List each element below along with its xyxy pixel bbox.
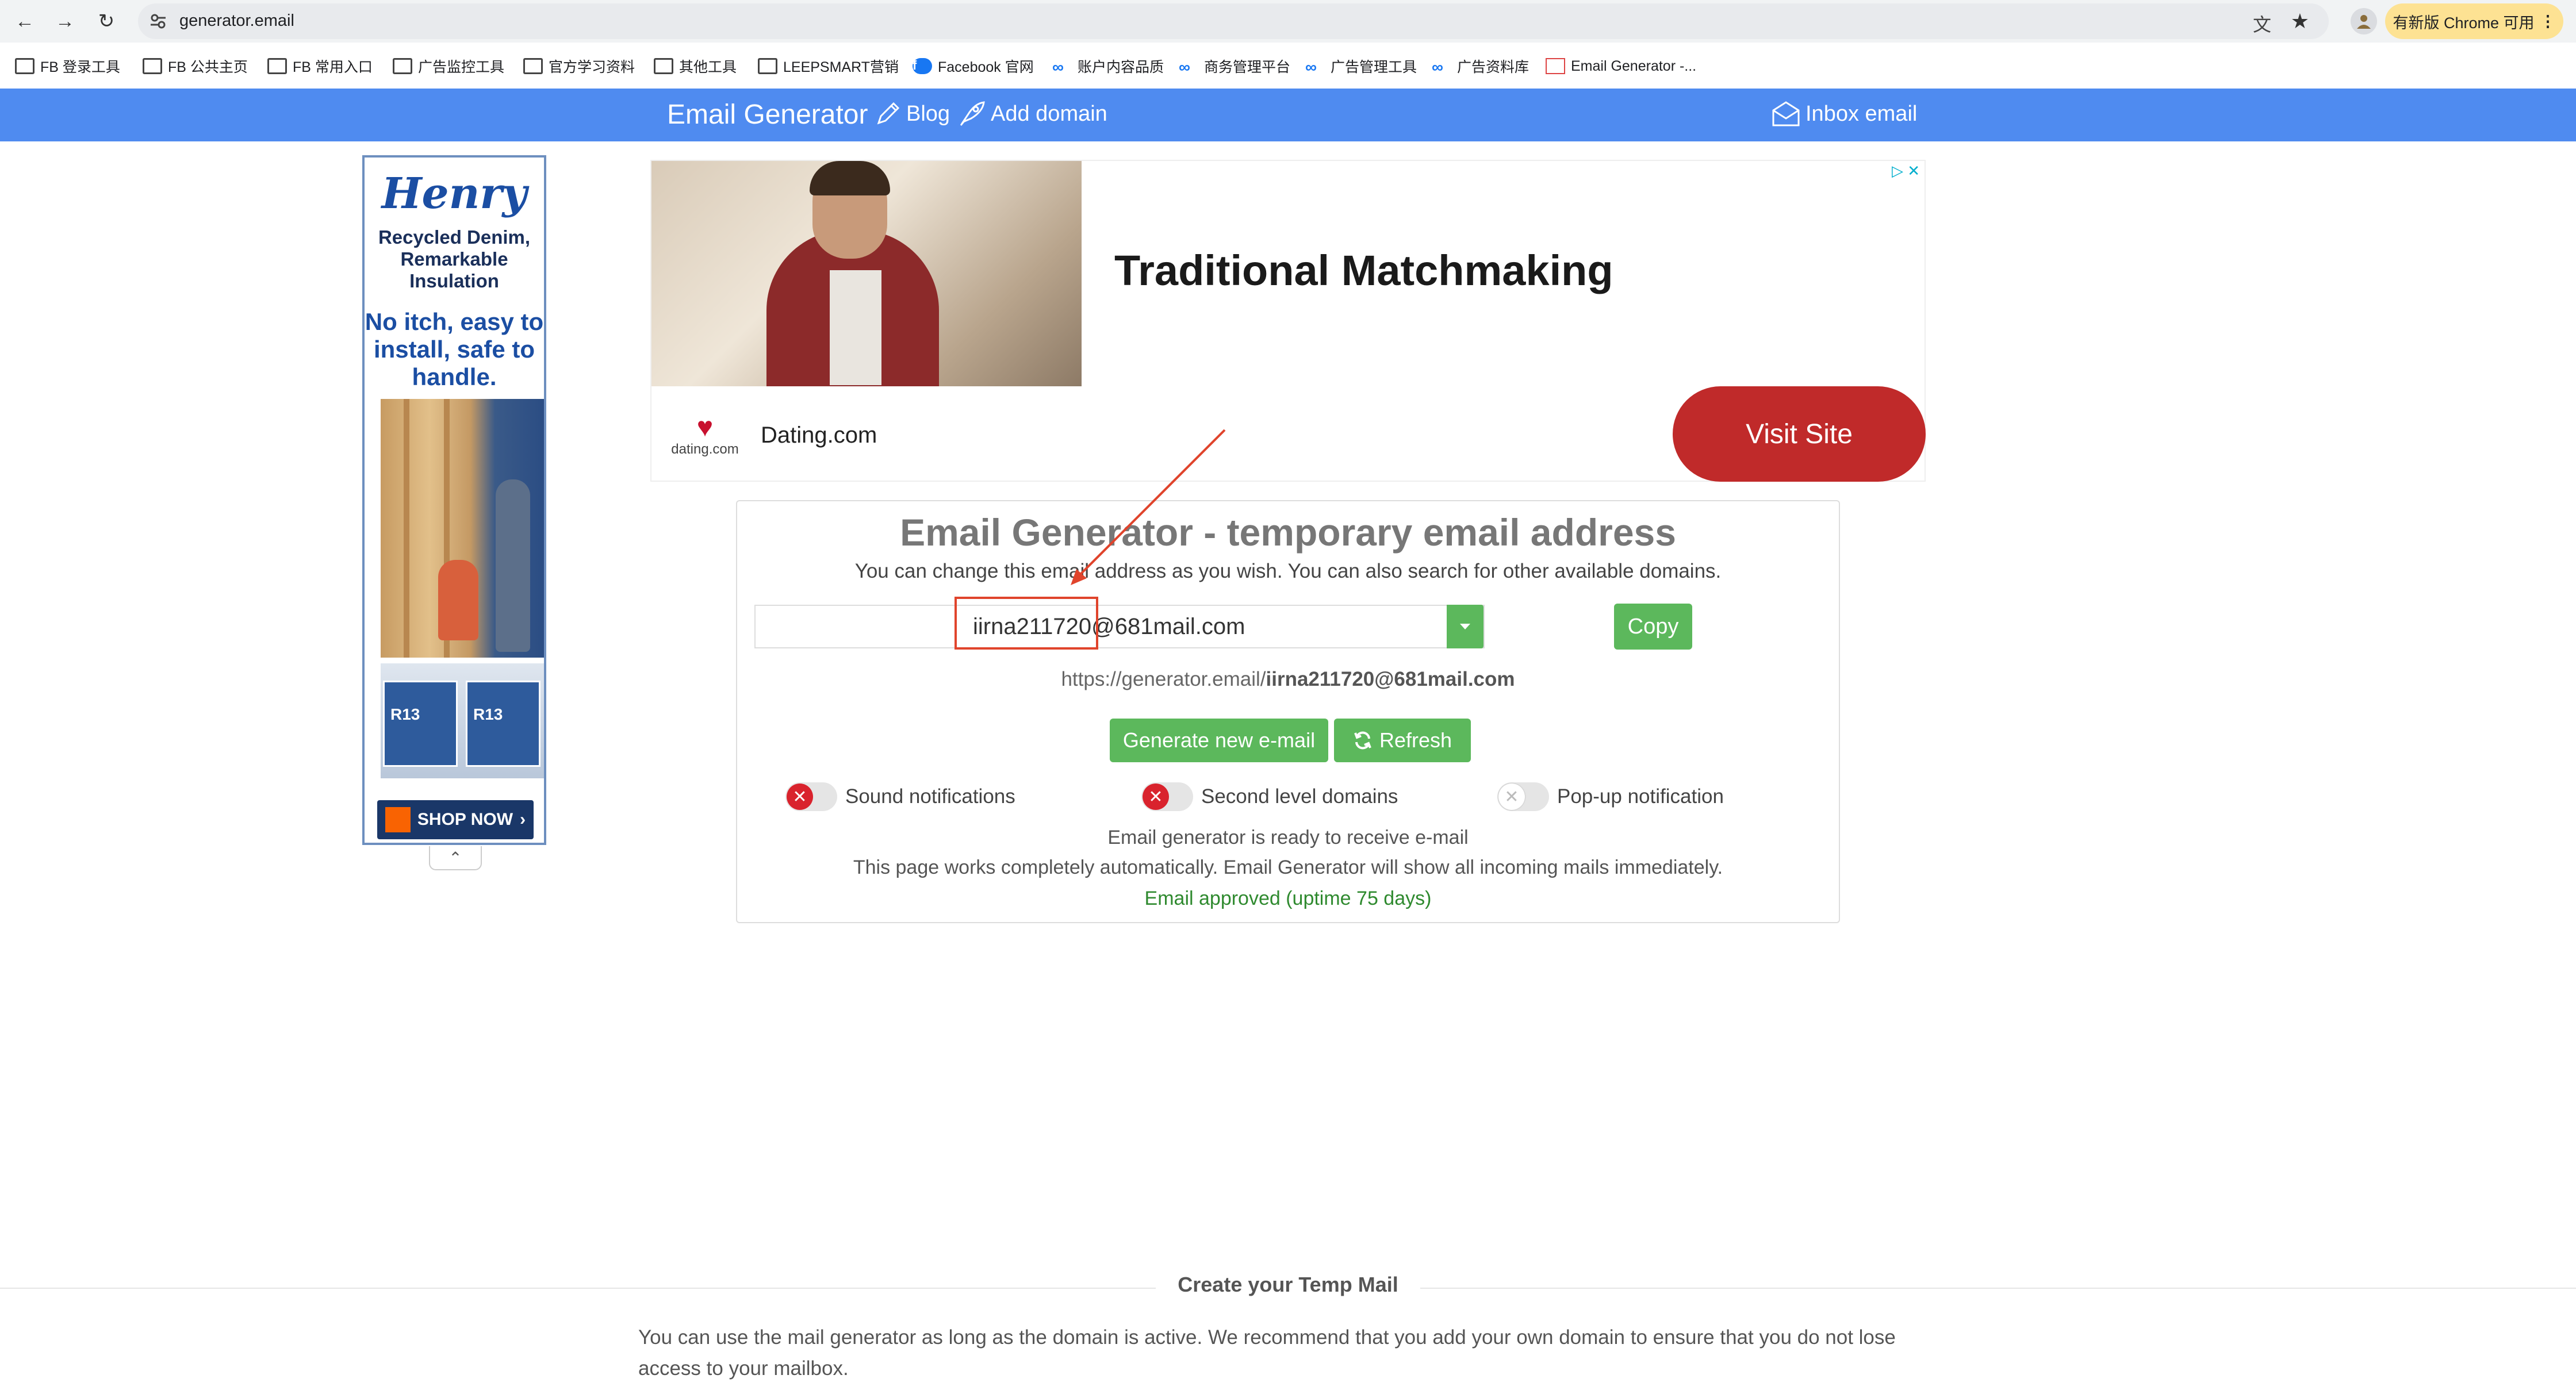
bookmark-item[interactable]: f Facebook 官网 <box>913 56 1034 76</box>
bookmark-item[interactable]: LEEPSMART营销 <box>758 56 899 76</box>
generate-new-email-button[interactable]: Generate new e-mail <box>1110 719 1328 762</box>
brand-link[interactable]: Email Generator <box>667 99 868 130</box>
folder-icon <box>143 58 162 74</box>
bookmark-star-icon[interactable]: ★ <box>2291 9 2309 33</box>
meta-icon: ∞ <box>1179 58 1190 76</box>
bookmark-item[interactable]: FB 登录工具 <box>15 56 120 76</box>
folder-icon <box>393 58 412 74</box>
profile-avatar[interactable] <box>2351 8 2377 34</box>
copy-button[interactable]: Copy <box>1614 604 1692 650</box>
browser-toolbar: ← → ↻ generator.email 文 ★ 有新版 Chrome 可用 … <box>0 0 2576 43</box>
bookmark-item[interactable]: 广告监控工具 <box>393 56 504 76</box>
x-icon: ✕ <box>1498 784 1525 810</box>
folder-icon <box>267 58 287 74</box>
meta-icon: ∞ <box>1432 58 1443 76</box>
ad-headline: Traditional Matchmaking <box>1114 247 1613 294</box>
profile-icon <box>2357 15 2371 29</box>
banner-advertisement[interactable]: Traditional Matchmaking ▷ ✕ ♥ dating.com… <box>650 160 1926 482</box>
chrome-update-button[interactable]: 有新版 Chrome 可用 ⋮ <box>2385 3 2563 39</box>
annotation-highlight-box <box>954 597 1098 650</box>
email-input[interactable] <box>756 606 1448 647</box>
translate-icon[interactable]: 文 <box>2253 10 2271 37</box>
bookmark-item[interactable]: ∞ 广告管理工具 <box>1305 56 1417 76</box>
envelope-icon <box>1772 101 1800 126</box>
ad-photo <box>651 161 1082 386</box>
chevron-up-icon: ⌃ <box>448 848 462 867</box>
ad-photo <box>381 399 544 658</box>
folder-icon <box>654 58 673 74</box>
menu-dots-icon: ⋮ <box>2540 12 2556 30</box>
refresh-button[interactable]: Refresh <box>1334 719 1471 762</box>
caret-down-icon <box>1460 624 1470 629</box>
popup-notification-toggle[interactable]: ✕ Pop-up notification <box>1497 779 1724 814</box>
second-level-domains-toggle[interactable]: ✕ Second level domains <box>1141 779 1398 814</box>
folder-icon <box>15 58 34 74</box>
heart-icon: ♥ <box>696 412 714 443</box>
x-icon: ✕ <box>1143 784 1169 810</box>
page-title: Email Generator - temporary email addres… <box>900 511 1676 554</box>
chevron-right-icon: › <box>520 810 526 829</box>
dating-logo: ♥ dating.com <box>668 414 742 460</box>
reload-icon[interactable]: ↻ <box>92 7 121 36</box>
folder-icon <box>523 58 543 74</box>
toggle-switch[interactable]: ✕ <box>1497 782 1549 811</box>
domain-dropdown-button[interactable] <box>1447 605 1483 648</box>
ad-tagline: Recycled Denim, Remarkable Insulation <box>378 226 531 291</box>
email-input-group <box>754 605 1485 648</box>
facebook-icon: f <box>913 58 932 74</box>
bookmarks-bar: FB 登录工具 FB 公共主页 FB 常用入口 广告监控工具 官方学习资料 其他… <box>0 43 2576 89</box>
bookmark-item[interactable]: ∞ 商务管理平台 <box>1179 56 1290 76</box>
bookmark-item[interactable]: 官方学习资料 <box>523 56 635 76</box>
bookmark-item[interactable]: 其他工具 <box>654 56 737 76</box>
sound-notifications-toggle[interactable]: ✕ Sound notifications <box>785 779 1015 814</box>
adchoices-icon[interactable]: ▷ ✕ <box>1892 162 1920 180</box>
url-text[interactable]: generator.email <box>179 11 294 30</box>
section-text: You can use the mail generator as long a… <box>638 1326 1896 1380</box>
status-ready-text: Email generator is ready to receive e-ma… <box>1107 827 1469 848</box>
blog-link[interactable]: Blog <box>874 100 950 128</box>
site-header: Email Generator Blog Add domain Inbox em… <box>0 89 2576 141</box>
x-icon: ✕ <box>787 784 813 810</box>
update-chip-label: 有新版 Chrome 可用 <box>2393 14 2535 32</box>
bookmark-item[interactable]: ∞ 广告资料库 <box>1432 56 1529 76</box>
toggle-switch[interactable]: ✕ <box>785 782 837 811</box>
rocket-icon <box>960 101 985 126</box>
bookmark-item[interactable]: ∞ 账户内容品质 <box>1052 56 1164 76</box>
email-generator-card: Email Generator - temporary email addres… <box>736 500 1840 923</box>
forward-icon[interactable]: → <box>51 7 79 36</box>
meta-icon: ∞ <box>1052 58 1064 76</box>
address-bar[interactable]: generator.email 文 ★ <box>138 3 2329 39</box>
inbox-email-link[interactable]: Inbox email <box>1771 100 1917 128</box>
ad-logo: Henry <box>381 169 527 218</box>
back-icon[interactable]: ← <box>10 7 39 36</box>
bookmark-item[interactable]: FB 常用入口 <box>267 56 373 76</box>
visit-site-button[interactable]: Visit Site <box>1673 386 1926 482</box>
bookmark-item[interactable]: Email Generator -... <box>1546 56 1696 76</box>
status-auto-text: This page works completely automatically… <box>853 857 1723 878</box>
email-url[interactable]: https://generator.email/iirna211720@681m… <box>737 668 1839 691</box>
ad-collapse-button[interactable]: ⌃ <box>429 846 482 870</box>
ad-subline: No itch, easy to install, safe to handle… <box>365 308 544 390</box>
side-advertisement[interactable]: Henry Recycled Denim, Remarkable Insulat… <box>362 155 546 845</box>
home-depot-logo-icon <box>385 807 411 832</box>
section-title: Create your Temp Mail <box>1156 1273 1420 1301</box>
bookmark-item[interactable]: FB 公共主页 <box>143 56 248 76</box>
folder-icon <box>758 58 777 74</box>
toggle-switch[interactable]: ✕ <box>1141 782 1193 811</box>
blog-icon <box>877 102 900 125</box>
page-subtitle: You can change this email address as you… <box>854 560 1722 582</box>
ad-product-image: R13 R13 <box>381 663 544 778</box>
status-approved-text: Email approved (uptime 75 days) <box>1144 888 1432 909</box>
meta-icon: ∞ <box>1305 58 1317 76</box>
shop-now-button[interactable]: SHOP NOW › <box>377 800 534 839</box>
add-domain-link[interactable]: Add domain <box>957 100 1107 128</box>
refresh-icon <box>1354 731 1371 750</box>
ad-brand-name: Dating.com <box>761 423 877 448</box>
email-generator-icon <box>1546 58 1565 74</box>
site-settings-icon[interactable] <box>148 11 168 31</box>
